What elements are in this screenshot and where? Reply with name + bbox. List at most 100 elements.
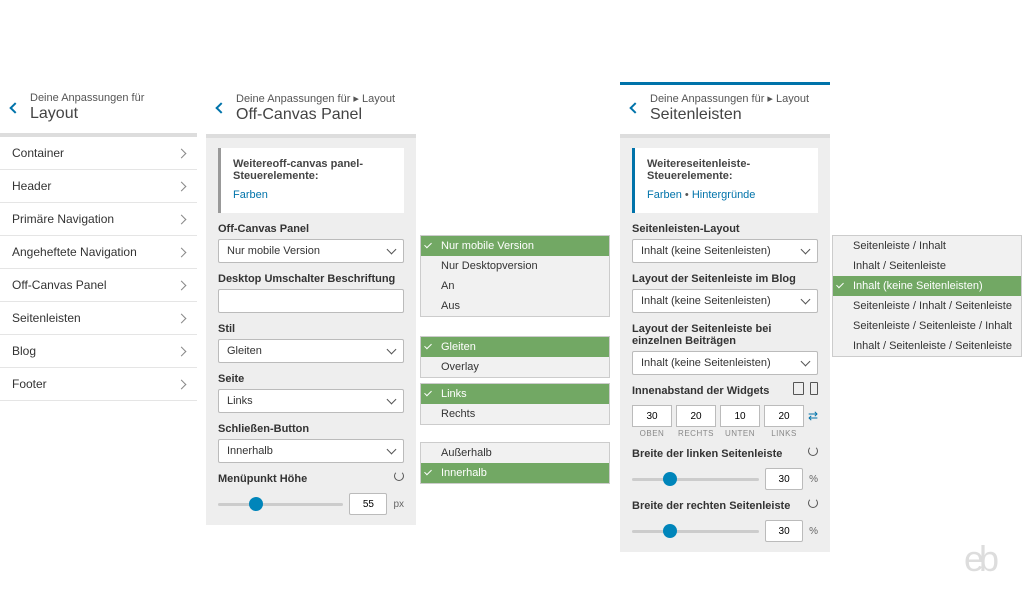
- close-button-select[interactable]: Innerhalb: [218, 439, 404, 463]
- menu-item[interactable]: Seitenleisten: [0, 302, 197, 335]
- panel-title: Off-Canvas Panel: [236, 106, 406, 124]
- menu-height-value[interactable]: 55: [349, 493, 387, 515]
- check-icon: [424, 389, 432, 397]
- mobile-icon[interactable]: [810, 382, 818, 395]
- dropdown-option[interactable]: Innerhalb: [421, 463, 609, 483]
- breadcrumb: Deine Anpassungen für: [30, 92, 187, 104]
- right-sidebar-width-slider[interactable]: [632, 530, 759, 533]
- panel-body: Weitereoff-canvas panel-Steuerelemente: …: [206, 138, 416, 525]
- stil-select[interactable]: Gleiten: [218, 339, 404, 363]
- select-value: Inhalt (keine Seitenleisten): [641, 295, 771, 307]
- reset-icon[interactable]: [394, 471, 404, 481]
- padding-top[interactable]: 30: [632, 405, 672, 427]
- desktop-icon[interactable]: [793, 382, 804, 395]
- stil-label: Stil: [218, 323, 404, 335]
- panel-header: Deine Anpassungen für Layout: [0, 82, 197, 137]
- menu-item[interactable]: Container: [0, 137, 197, 170]
- menu-item[interactable]: Footer: [0, 368, 197, 401]
- close-dropdown[interactable]: AußerhalbInnerhalb: [420, 442, 610, 484]
- slider-thumb[interactable]: [663, 472, 677, 486]
- seite-dropdown[interactable]: LinksRechts: [420, 383, 610, 425]
- breadcrumb: Deine Anpassungen für ▸ Layout: [236, 92, 406, 105]
- unit-label: %: [809, 474, 818, 485]
- single-layout-select[interactable]: Inhalt (keine Seitenleisten): [632, 351, 818, 375]
- dropdown-option[interactable]: Aus: [421, 296, 609, 316]
- dropdown-option[interactable]: Inhalt (keine Seitenleisten): [833, 276, 1021, 296]
- select-value: Links: [227, 395, 253, 407]
- menu-item[interactable]: Primäre Navigation: [0, 203, 197, 236]
- check-icon: [424, 468, 432, 476]
- offcanvas-select[interactable]: Nur mobile Version: [218, 239, 404, 263]
- panel-title: Seitenleisten: [650, 106, 820, 124]
- select-value: Inhalt (keine Seitenleisten): [641, 357, 771, 369]
- panel-title: Layout: [30, 105, 187, 123]
- back-button[interactable]: [620, 104, 650, 112]
- slider-thumb[interactable]: [249, 497, 263, 511]
- device-toggle[interactable]: [793, 382, 818, 395]
- breadcrumb: Deine Anpassungen für ▸ Layout: [650, 92, 820, 105]
- padding-right[interactable]: 20: [676, 405, 716, 427]
- dropdown-option[interactable]: Außerhalb: [421, 443, 609, 463]
- dropdown-option[interactable]: Nur Desktopversion: [421, 256, 609, 276]
- menu-item[interactable]: Blog: [0, 335, 197, 368]
- menu-item-label: Angeheftete Navigation: [12, 245, 137, 259]
- watermark-logo: eb: [964, 538, 994, 580]
- notice-link-backgrounds[interactable]: Hintergründe: [692, 189, 756, 201]
- offcanvas-dropdown[interactable]: Nur mobile VersionNur DesktopversionAnAu…: [420, 235, 610, 317]
- dropdown-option[interactable]: Seitenleiste / Seitenleiste / Inhalt: [833, 316, 1021, 336]
- back-button[interactable]: [206, 104, 236, 112]
- blog-layout-select[interactable]: Inhalt (keine Seitenleisten): [632, 289, 818, 313]
- stil-dropdown[interactable]: GleitenOverlay: [420, 336, 610, 378]
- notice-link-colors[interactable]: Farben: [647, 189, 682, 201]
- seite-label: Seite: [218, 373, 404, 385]
- select-value: Nur mobile Version: [227, 245, 320, 257]
- reset-icon[interactable]: [808, 498, 818, 508]
- chevron-right-icon: [177, 247, 187, 257]
- dropdown-option[interactable]: Overlay: [421, 357, 609, 377]
- left-sidebar-width-value[interactable]: 30: [765, 468, 803, 490]
- menu-item-label: Footer: [12, 377, 47, 391]
- desktop-toggle-label: Desktop Umschalter Beschriftung: [218, 273, 404, 285]
- notice-box: Weitereseitenleiste-Steuerelemente: Farb…: [632, 148, 818, 213]
- menu-item-label: Header: [12, 179, 51, 193]
- right-sidebar-width-value[interactable]: 30: [765, 520, 803, 542]
- chevron-down-icon: [801, 295, 811, 305]
- sidebar-layout-dropdown[interactable]: Seitenleiste / InhaltInhalt / Seitenleis…: [832, 235, 1022, 357]
- menu-height-slider[interactable]: [218, 503, 343, 506]
- menu-item[interactable]: Angeheftete Navigation: [0, 236, 197, 269]
- dropdown-option[interactable]: An: [421, 276, 609, 296]
- menu-item[interactable]: Off-Canvas Panel: [0, 269, 197, 302]
- dropdown-option[interactable]: Inhalt / Seitenleiste / Seitenleiste: [833, 336, 1021, 356]
- notice-link-colors[interactable]: Farben: [233, 189, 268, 201]
- reset-icon[interactable]: [808, 446, 818, 456]
- chevron-right-icon: [177, 214, 187, 224]
- chevron-down-icon: [387, 245, 397, 255]
- close-button-label: Schließen-Button: [218, 423, 404, 435]
- dropdown-option[interactable]: Gleiten: [421, 337, 609, 357]
- padding-bottom[interactable]: 10: [720, 405, 760, 427]
- padding-left[interactable]: 20: [764, 405, 804, 427]
- chevron-down-icon: [387, 445, 397, 455]
- dropdown-option[interactable]: Seitenleiste / Inhalt: [833, 236, 1021, 256]
- dropdown-option[interactable]: Seitenleiste / Inhalt / Seitenleiste: [833, 296, 1021, 316]
- chevron-down-icon: [387, 345, 397, 355]
- menu-item-label: Primäre Navigation: [12, 212, 114, 226]
- left-sidebar-width-slider[interactable]: [632, 478, 759, 481]
- chevron-right-icon: [177, 148, 187, 158]
- sidebar-layout-select[interactable]: Inhalt (keine Seitenleisten): [632, 239, 818, 263]
- select-value: Gleiten: [227, 345, 262, 357]
- back-button[interactable]: [0, 104, 30, 112]
- dropdown-option[interactable]: Nur mobile Version: [421, 236, 609, 256]
- chevron-left-icon: [629, 102, 640, 113]
- check-icon: [836, 281, 844, 289]
- dropdown-option[interactable]: Rechts: [421, 404, 609, 424]
- dropdown-option[interactable]: Links: [421, 384, 609, 404]
- seite-select[interactable]: Links: [218, 389, 404, 413]
- desktop-toggle-input[interactable]: [218, 289, 404, 313]
- dropdown-option[interactable]: Inhalt / Seitenleiste: [833, 256, 1021, 276]
- menu-item[interactable]: Header: [0, 170, 197, 203]
- unit-label: %: [809, 526, 818, 537]
- slider-thumb[interactable]: [663, 524, 677, 538]
- check-icon: [424, 241, 432, 249]
- link-icon[interactable]: ⇄: [808, 409, 818, 423]
